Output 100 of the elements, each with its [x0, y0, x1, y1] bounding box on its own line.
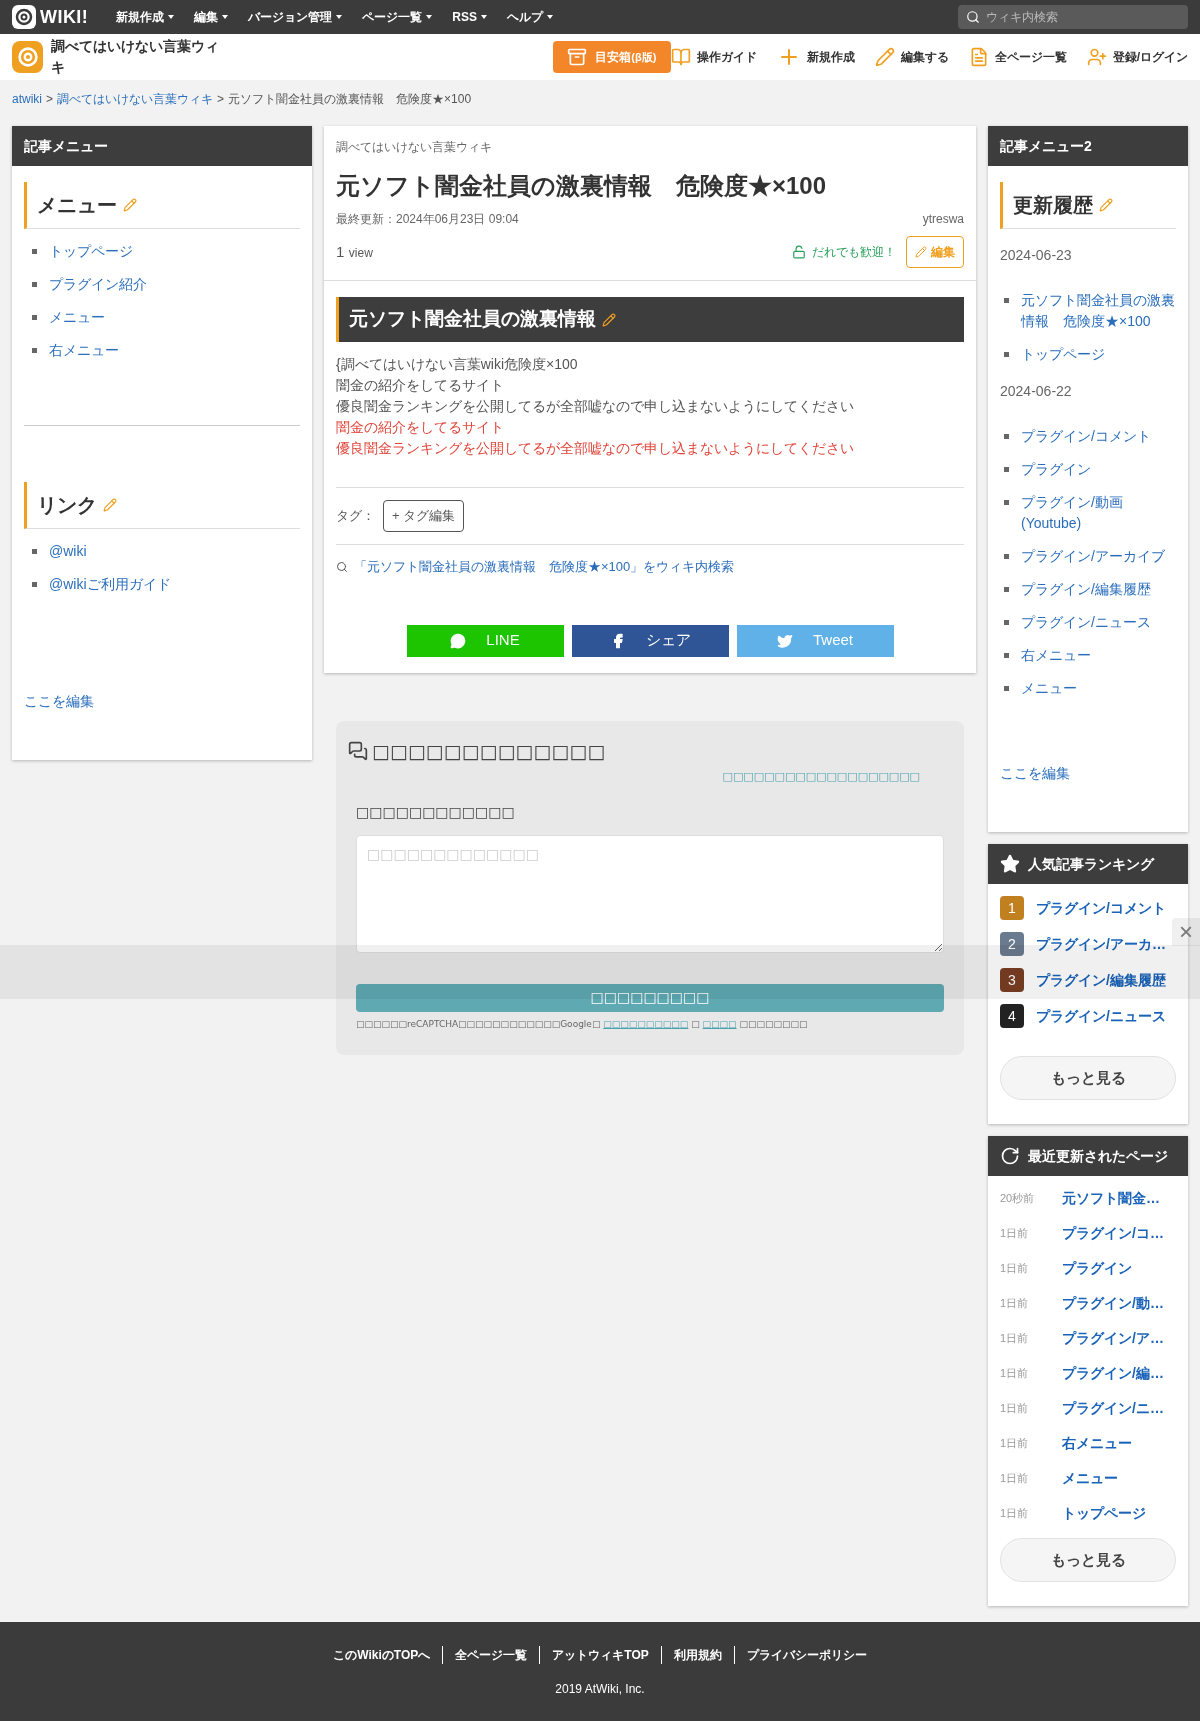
body-text-line: 優良闇金ランキングを公開してるが全部嘘なので申し込まないようにしてください: [336, 397, 855, 416]
panel-title: 記事メニュー2: [1000, 136, 1092, 156]
last-updated: 最終更新：2024年06月23日 09:04: [336, 211, 519, 228]
time-ago: 1日前: [1000, 1261, 1030, 1277]
nav-menu[interactable]: バージョン管理: [248, 8, 343, 26]
nav-menu[interactable]: 編集: [194, 8, 229, 26]
chat-bubble-icon: [450, 632, 467, 649]
menu-link[interactable]: トップページ: [1021, 344, 1105, 365]
bullet-icon: [1004, 352, 1009, 357]
wiki-search-link[interactable]: 「元ソフト闇金社員の激裏情報 危険度★×100」をウィキ内検索: [354, 557, 735, 577]
recent-page-link[interactable]: プラグイン/動…: [1062, 1293, 1164, 1314]
pencil-icon[interactable]: [103, 498, 117, 512]
breadcrumb-link[interactable]: 調べてはいけない言葉ウィキ: [57, 90, 214, 108]
recent-page-link[interactable]: プラグイン: [1062, 1258, 1132, 1279]
recent-page-link[interactable]: トップページ: [1062, 1503, 1146, 1524]
at-logo-icon[interactable]: [12, 41, 44, 73]
body-text-line: 闇金の紹介をしてるサイト: [336, 376, 505, 395]
more-button[interactable]: もっと見る: [1000, 1056, 1176, 1100]
footer-link[interactable]: 利用規約: [660, 1645, 734, 1664]
breadcrumb-link[interactable]: atwiki: [12, 90, 42, 108]
nav-menu[interactable]: ページ一覧: [362, 8, 433, 26]
recent-page-link[interactable]: プラグイン/ア…: [1062, 1328, 1164, 1349]
at-sign-icon: [12, 5, 36, 29]
breadcrumb-text: 元ソフト闇金社員の激裏情報 危険度★×100: [228, 91, 472, 108]
site-title[interactable]: 調べてはいけない言葉ウィキ: [51, 36, 230, 78]
recaptcha-notice: □□□□□□reCAPTCHA□□□□□□□□□□□□Google□ □□□□□□□□□□ □ □□□□ □□□□□□□□: [356, 1017, 809, 1031]
menu-link[interactable]: プラグイン/ニュース: [1021, 612, 1151, 633]
bullet-icon: [32, 315, 37, 320]
comment-heading: □□□□□□□□□□□□□: [372, 738, 606, 764]
bullet-icon: [1004, 686, 1009, 691]
recent-page-link[interactable]: プラグイン/コ…: [1062, 1223, 1164, 1244]
header-action-link[interactable]: 操作ガイド: [670, 47, 757, 67]
site-name: 調べてはいけない言葉ウィキ: [336, 139, 493, 156]
search-field[interactable]: ウィキ内検索: [958, 5, 1188, 29]
pencil-icon[interactable]: [123, 198, 137, 212]
header-action-link[interactable]: 編集する: [874, 47, 949, 67]
time-ago: 1日前: [1000, 1331, 1030, 1347]
nav-menu[interactable]: ヘルプ: [506, 8, 553, 26]
tag-edit-button[interactable]: + タグ編集: [383, 500, 465, 532]
nav-menu[interactable]: RSS: [452, 8, 487, 26]
date-label: 2024-06-23: [1000, 246, 1073, 265]
menu-link[interactable]: プラグイン紹介: [49, 274, 147, 295]
pencil-icon[interactable]: [1099, 198, 1113, 212]
ranking-link[interactable]: プラグイン/コメント: [1036, 897, 1166, 919]
menu-link[interactable]: @wiki: [49, 541, 87, 562]
body-text-line: {調べてはいけない言葉wiki危険度×100: [336, 355, 579, 374]
menu-link[interactable]: プラグイン/コメント: [1021, 426, 1151, 447]
users-icon: [1086, 47, 1107, 67]
time-ago: 1日前: [1000, 1226, 1030, 1242]
pencil-icon[interactable]: [602, 312, 616, 327]
footer-link[interactable]: プライバシーポリシー: [733, 1645, 879, 1664]
ranking-link[interactable]: プラグイン/ニュース: [1036, 1005, 1166, 1027]
nav-menu[interactable]: 新規作成: [116, 8, 175, 26]
header-action-link[interactable]: 全ページ一覧: [968, 47, 1067, 67]
menu-link[interactable]: 右メニュー: [1021, 645, 1091, 666]
atwiki-logo[interactable]: WIKI!: [12, 3, 89, 31]
menu-link[interactable]: 元ソフト闇金社員の激裏情報 危険度★×100: [1021, 290, 1176, 332]
ranking-link[interactable]: プラグイン/編集履歴: [1036, 969, 1166, 991]
menu-link[interactable]: トップページ: [49, 241, 133, 262]
comment-input[interactable]: □□□□□□□□□□□□□: [356, 834, 944, 953]
recent-page-link[interactable]: メニュー: [1062, 1468, 1118, 1489]
section-heading: 元ソフト闇金社員の激裏情報: [349, 307, 596, 332]
bullet-icon: [1004, 500, 1009, 505]
menu-link[interactable]: メニュー: [49, 307, 105, 328]
recent-page-link[interactable]: プラグイン/ニ…: [1062, 1398, 1164, 1419]
pencil-icon: [915, 246, 927, 258]
menu-link[interactable]: プラグイン/編集履歴: [1021, 579, 1151, 600]
menu-link[interactable]: メニュー: [1021, 678, 1077, 699]
ranking-link[interactable]: プラグイン/アーカ…: [1036, 933, 1166, 955]
footer-link[interactable]: このWikiのTOPへ: [321, 1645, 443, 1664]
recent-page-link[interactable]: 右メニュー: [1062, 1433, 1132, 1454]
rank-number: 4: [1000, 1004, 1024, 1028]
recent-page-link[interactable]: 元ソフト闇金…: [1062, 1188, 1160, 1209]
caret-icon: [546, 15, 553, 19]
header-action-link[interactable]: 登録/ログイン: [1086, 47, 1188, 67]
date-label: 2024-06-22: [1000, 382, 1073, 401]
close-button[interactable]: ×: [1172, 918, 1200, 946]
bullet-icon: [1004, 620, 1009, 625]
pencil-icon: [874, 47, 895, 67]
header-action-link[interactable]: 新規作成: [776, 45, 855, 69]
recent-page-link[interactable]: プラグイン/編…: [1062, 1363, 1164, 1384]
more-button[interactable]: もっと見る: [1000, 1538, 1176, 1582]
panel-title: 記事メニュー: [24, 136, 108, 156]
bird-icon: [777, 632, 793, 649]
welcome-text: だれでも歓迎！: [812, 244, 896, 261]
edit-here-link[interactable]: ここを編集: [1000, 763, 1176, 784]
menu-link[interactable]: プラグイン/アーカイブ: [1021, 546, 1165, 567]
unlock-icon: [792, 245, 806, 259]
breadcrumb-text: >: [46, 91, 54, 108]
menu-link[interactable]: プラグイン/動画(Youtube): [1021, 492, 1176, 534]
caret-icon: [222, 15, 229, 19]
rank-number: 2: [1000, 932, 1024, 956]
edit-here-link[interactable]: ここを編集: [24, 691, 300, 712]
heading-text: 更新履歴: [1013, 193, 1093, 218]
footer-link[interactable]: アットウィキTOP: [539, 1645, 661, 1664]
footer-link[interactable]: 全ページ一覧: [442, 1645, 540, 1664]
share-button[interactable]: シェア: [571, 624, 729, 657]
menu-link[interactable]: プラグイン: [1021, 459, 1091, 480]
menu-link[interactable]: 右メニュー: [49, 340, 119, 361]
menu-link[interactable]: @wikiご利用ガイド: [49, 574, 171, 595]
